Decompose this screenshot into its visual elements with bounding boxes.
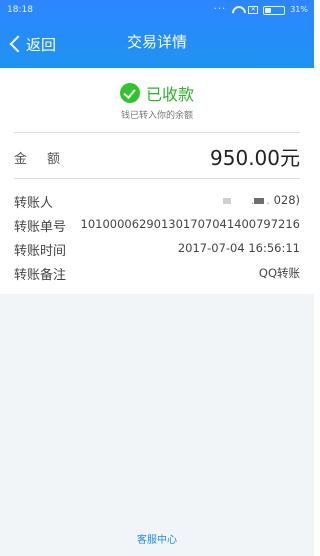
status-bar: 18:18 ··· ✕ 31% [0, 0, 314, 20]
transfer-time-value: 2017-07-04 16:56:11 [177, 241, 300, 255]
bottom-area: 客服中心 [0, 294, 314, 556]
battery-icon [263, 5, 286, 15]
status-time: 18:18 [7, 5, 33, 15]
status-line: 已收款 [0, 81, 314, 105]
page-title: 交易详情 [126, 33, 187, 51]
wifi-icon [231, 6, 243, 15]
payer-value: .. 028) [222, 193, 300, 207]
top-bar: 18:18 ··· ✕ 31% 返回 交易详情 [0, 0, 314, 68]
status-subtitle: 钱已转入你的余额 [120, 111, 193, 121]
more-dots-icon: ··· [213, 4, 227, 15]
redacted-block [254, 197, 265, 204]
remark-value: QQ转账 [258, 266, 300, 280]
transaction-status: 已收款 钱已转入你的余额 [0, 68, 314, 132]
detail-list: 转账人 .. 028) 转账单号 10100006290130170704140… [14, 190, 300, 286]
sim-icon: ✕ [248, 6, 259, 14]
transfer-id-label: 转账单号 [14, 220, 67, 235]
remark-label: 转账备注 [14, 268, 67, 283]
check-circle-icon [119, 83, 140, 103]
amount-value: 950.00元 [210, 146, 300, 170]
amount-label: 金额 [14, 152, 81, 167]
payer-value-text: 028) [273, 193, 300, 207]
divider [14, 132, 300, 133]
detail-row-payer: 转账人 .. 028) [14, 190, 300, 214]
detail-row-transfer-id: 转账单号 101000062901301707041400797216 [14, 214, 300, 238]
customer-service-link[interactable]: 客服中心 [0, 531, 314, 546]
detail-row-transfer-time: 转账时间 2017-07-04 16:56:11 [14, 238, 300, 262]
payer-label: 转账人 [14, 196, 54, 211]
redacted-block [222, 197, 231, 204]
redacted-dot: . [266, 193, 274, 207]
status-text: 已收款 [145, 85, 194, 104]
divider [14, 178, 300, 179]
navbar: 返回 交易详情 [0, 20, 314, 68]
detail-row-remark: 转账备注 QQ转账 [14, 262, 300, 286]
transfer-id-value: 101000062901301707041400797216 [80, 217, 301, 231]
transfer-time-label: 转账时间 [14, 244, 67, 259]
status-icons: ··· ✕ 31% [214, 0, 308, 20]
battery-percent: 31% [290, 5, 308, 14]
amount-row: 金额 950.00元 [14, 138, 300, 174]
